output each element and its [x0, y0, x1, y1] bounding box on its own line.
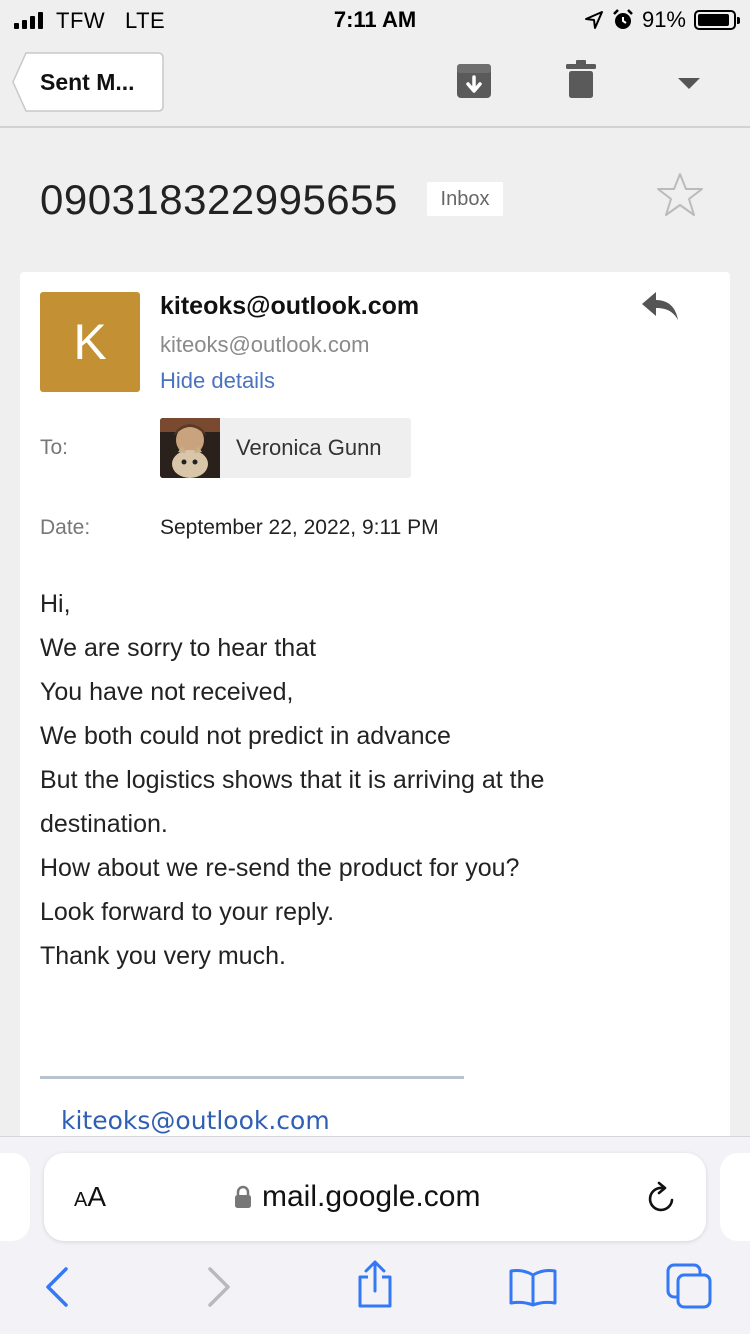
- address-bar[interactable]: AA mail.google.com: [44, 1153, 706, 1241]
- recipient-chip[interactable]: Veronica Gunn: [160, 418, 411, 478]
- body-line: Hi,: [40, 590, 71, 618]
- to-label: To:: [40, 436, 69, 459]
- text-size-button[interactable]: AA: [74, 1153, 106, 1241]
- share-icon[interactable]: [355, 1259, 395, 1309]
- lock-icon: [235, 1185, 251, 1208]
- archive-icon[interactable]: [456, 60, 492, 100]
- sender-avatar: K: [40, 292, 140, 392]
- back-button[interactable]: Sent M...: [12, 52, 164, 112]
- sender-email: kiteoks@outlook.com: [160, 332, 370, 357]
- signature-email-link[interactable]: kiteoks@outlook.com: [61, 1106, 330, 1135]
- tabs-icon[interactable]: [666, 1263, 714, 1311]
- inbox-label-badge[interactable]: Inbox: [427, 182, 503, 216]
- sender-name: kiteoks@outlook.com: [160, 292, 420, 320]
- recipient-photo-image: [160, 418, 220, 478]
- body-line: We are sorry to hear that: [40, 634, 317, 662]
- date-label: Date:: [40, 516, 91, 539]
- browser-bottom-bar: AA mail.google.com: [0, 1136, 750, 1334]
- mail-toolbar: Sent M...: [0, 40, 750, 128]
- battery-icon: [694, 10, 740, 30]
- back-button-label: Sent M...: [40, 69, 135, 95]
- bookmarks-icon[interactable]: [508, 1267, 558, 1307]
- email-body: Hi, We are sorry to hear that You have n…: [40, 582, 700, 978]
- status-bar: TFW LTE 7:11 AM 91%: [0, 0, 750, 40]
- text-size-big-glyph: A: [87, 1181, 107, 1212]
- url-display[interactable]: mail.google.com: [234, 1153, 480, 1241]
- alarm-clock-icon: [613, 9, 633, 29]
- trash-icon[interactable]: [566, 60, 596, 100]
- next-tab-preview[interactable]: [720, 1153, 750, 1241]
- body-line: But the logistics shows that it is arriv…: [40, 766, 545, 838]
- hide-details-link[interactable]: Hide details: [160, 368, 275, 394]
- battery-percent: 91%: [641, 7, 686, 32]
- star-icon[interactable]: [656, 172, 704, 218]
- reply-icon[interactable]: [640, 290, 680, 324]
- body-line: You have not received,: [40, 678, 294, 706]
- status-right: 91%: [584, 7, 740, 33]
- more-dropdown-icon[interactable]: [678, 78, 700, 90]
- signature-divider: [40, 1076, 464, 1079]
- previous-tab-preview[interactable]: [0, 1153, 30, 1241]
- body-line: How about we re-send the product for you…: [40, 854, 520, 882]
- recipient-name: Veronica Gunn: [236, 435, 382, 460]
- forward-arrow-icon[interactable]: [206, 1267, 232, 1307]
- body-line: We both could not predict in advance: [40, 722, 451, 750]
- message-card: K kiteoks@outlook.com kiteoks@outlook.co…: [20, 272, 730, 1172]
- body-line: Thank you very much.: [40, 942, 286, 970]
- browser-nav-row: [0, 1260, 750, 1327]
- recipient-avatar: [160, 418, 220, 478]
- location-arrow-icon: [584, 11, 603, 29]
- text-size-small-glyph: A: [74, 1189, 88, 1211]
- email-subject: 090318322995655: [40, 176, 398, 223]
- back-arrow-icon[interactable]: [44, 1267, 70, 1307]
- url-text: mail.google.com: [262, 1180, 481, 1213]
- reload-icon[interactable]: [646, 1181, 678, 1215]
- body-line: Look forward to your reply.: [40, 898, 335, 926]
- date-value: September 22, 2022, 9:11 PM: [160, 516, 439, 539]
